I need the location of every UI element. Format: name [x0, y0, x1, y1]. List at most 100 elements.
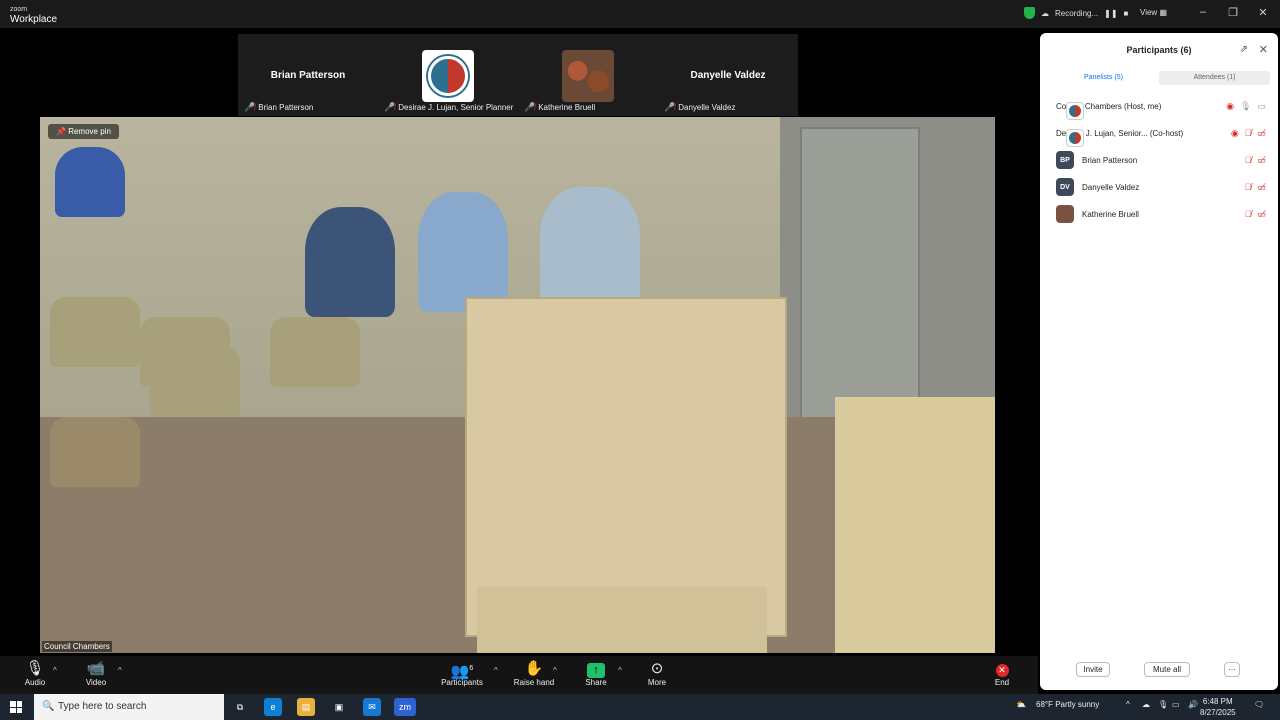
mic-muted-icon[interactable]: 🎙̸: [1245, 128, 1252, 139]
stop-recording-icon[interactable]: ■: [1124, 9, 1129, 18]
video-name-label: Council Chambers: [42, 641, 112, 652]
participant-avatar: BP: [1056, 151, 1074, 169]
share-label: Share: [585, 678, 607, 687]
pause-recording-icon[interactable]: ❚❚: [1104, 9, 1117, 18]
volume-icon[interactable]: 🔊: [1188, 700, 1198, 709]
microphone-tray-icon[interactable]: 🎙: [1158, 700, 1168, 709]
share-options-caret-icon[interactable]: ^: [618, 666, 622, 675]
camera-off-icon[interactable]: ▭̸: [1257, 128, 1266, 139]
camera-icon[interactable]: ▭: [1257, 101, 1266, 112]
tab-panelists[interactable]: Panelists (5): [1048, 71, 1159, 85]
brand-big: Workplace: [10, 14, 58, 25]
mic-muted-icon[interactable]: 🎙̸: [1245, 182, 1252, 193]
file-explorer-icon[interactable]: ▤: [297, 698, 315, 716]
pop-out-icon[interactable]: ⇗: [1240, 44, 1248, 55]
clock[interactable]: 6:48 PM 8/27/2025: [1200, 696, 1236, 718]
view-label: View: [1140, 8, 1158, 17]
audio-options-caret-icon[interactable]: ^: [53, 666, 57, 675]
windows-start-icon[interactable]: [10, 701, 22, 713]
view-grid-icon: ▦: [1159, 8, 1167, 17]
gallery-tile-desirae[interactable]: 🎤̸ Desirae J. Lujan, Senior Planner: [378, 34, 518, 116]
tile-label-text: Katherine Bruell: [538, 103, 596, 112]
taskbar-search[interactable]: 🔍 Type here to search: [34, 694, 224, 720]
camera-icon: 📹: [86, 660, 106, 677]
invite-button[interactable]: Invite: [1076, 662, 1110, 677]
person-seated-left: [55, 147, 125, 217]
reactions-caret-icon[interactable]: ^: [553, 666, 557, 675]
tile-name: Brian Patterson: [270, 70, 346, 81]
video-label: Video: [85, 678, 107, 687]
mail-icon[interactable]: ✉: [363, 698, 381, 716]
mic-muted-icon: 🎤̸: [384, 102, 396, 112]
recording-dot-icon: ◉: [1226, 100, 1235, 111]
katherine-avatar: [562, 50, 614, 102]
zoom-logo: zoom Workplace: [10, 5, 58, 25]
participant-avatar: [1056, 205, 1074, 223]
tile-label-text: Desirae J. Lujan, Senior Planner: [398, 103, 514, 112]
share-button[interactable]: ↑ Share: [566, 660, 626, 687]
gallery-tile-danyelle[interactable]: Danyelle Valdez 🎤̸ Danyelle Valdez: [658, 34, 798, 116]
clock-time: 6:48 PM: [1202, 697, 1233, 706]
participants-button[interactable]: 👥6 Participants: [432, 660, 492, 687]
close-panel-icon[interactable]: ✕: [1259, 43, 1268, 56]
recording-indicator[interactable]: ☁ Recording... ❚❚ ■: [1024, 7, 1128, 19]
onedrive-icon[interactable]: ☁: [1142, 700, 1150, 709]
chair: [50, 297, 140, 367]
participants-label: Participants: [441, 678, 483, 687]
chair: [270, 317, 360, 387]
tile-name: Danyelle Valdez: [690, 70, 766, 81]
participant-row[interactable]: Katherine Bruell 🎙̸ ▭̸: [1056, 205, 1266, 223]
raise-hand-label: Raise hand: [513, 678, 555, 687]
remove-pin-button[interactable]: 📌 Remove pin: [48, 124, 119, 139]
camera-off-icon[interactable]: ▭̸: [1257, 182, 1266, 193]
participant-row[interactable]: Desirae J. Lujan, Senior... (Co-host) ◉ 🎙…: [1056, 124, 1266, 147]
view-button[interactable]: View ▦: [1140, 8, 1167, 17]
panel-more-button[interactable]: ···: [1224, 662, 1240, 677]
participant-row[interactable]: Council Chambers (Host, me) ◉ 🎙 ▭: [1056, 97, 1266, 120]
camera-off-icon[interactable]: ▭̸: [1257, 155, 1266, 166]
participants-panel: Participants (6) ⇗ ✕ Panelists (5) Atten…: [1040, 33, 1278, 690]
search-icon: 🔍: [42, 701, 55, 712]
participant-avatar: [1066, 129, 1084, 147]
main-video[interactable]: 📌 Remove pin Council Chambers: [40, 117, 995, 653]
mute-all-button[interactable]: Mute all: [1144, 662, 1190, 677]
video-options-caret-icon[interactable]: ^: [118, 666, 122, 675]
task-view-icon[interactable]: ⧉: [231, 698, 249, 716]
participant-avatar: DV: [1056, 178, 1074, 196]
zoom-taskbar-icon[interactable]: zm: [394, 698, 416, 716]
edge-icon[interactable]: e: [264, 698, 282, 716]
mic-muted-icon[interactable]: 🎙̸: [1245, 155, 1252, 166]
minimize-icon[interactable]: –: [1196, 6, 1210, 18]
podium-base: [477, 587, 767, 653]
network-icon[interactable]: ▭: [1172, 700, 1180, 709]
participant-row[interactable]: BP Brian Patterson 🎙̸ ▭̸: [1056, 151, 1266, 169]
mic-muted-icon: 🎤̸: [244, 102, 256, 112]
chair: [150, 347, 240, 417]
camera-off-icon[interactable]: ▭̸: [1257, 209, 1266, 220]
tray-caret-icon[interactable]: ^: [1126, 700, 1130, 709]
store-icon[interactable]: ▣: [330, 698, 348, 716]
gallery-tile-katherine[interactable]: 🎤̸ Katherine Bruell: [518, 34, 658, 116]
desk: [835, 397, 995, 653]
restore-icon[interactable]: ❐: [1226, 6, 1240, 19]
tab-attendees[interactable]: Attendees (1): [1159, 71, 1270, 85]
notifications-icon[interactable]: 🗨: [1254, 700, 1264, 709]
gallery-tile-brian[interactable]: Brian Patterson 🎤̸ Brian Patterson: [238, 34, 378, 116]
participant-name: Brian Patterson: [1082, 155, 1138, 165]
tile-label-text: Brian Patterson: [258, 103, 314, 112]
participant-row[interactable]: DV Danyelle Valdez 🎙̸ ▭̸: [1056, 178, 1266, 196]
mic-muted-icon: 🎤̸: [664, 102, 676, 112]
video-button[interactable]: 📹 Video: [66, 660, 126, 687]
more-button[interactable]: ⊙ More: [627, 660, 687, 687]
weather-icon[interactable]: ⛅: [1016, 700, 1026, 709]
end-button[interactable]: ✕ End: [972, 660, 1032, 687]
podium: [465, 297, 787, 637]
microphone-icon[interactable]: 🎙: [1240, 101, 1251, 112]
person-seated-middle: [305, 207, 395, 317]
participants-icon: 👥6: [450, 663, 474, 680]
close-window-icon[interactable]: ✕: [1256, 6, 1270, 19]
weather-text[interactable]: 68°F Partly sunny: [1036, 700, 1099, 709]
search-placeholder: Type here to search: [58, 701, 147, 712]
mic-muted-icon[interactable]: 🎙̸: [1245, 209, 1252, 220]
participants-options-caret-icon[interactable]: ^: [494, 666, 498, 675]
